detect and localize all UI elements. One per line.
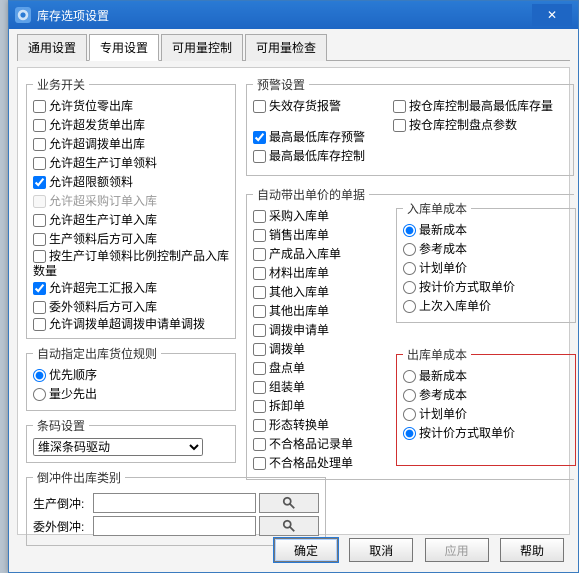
ck-d10[interactable]: 拆卸单	[253, 397, 394, 416]
rb-out-3[interactable]: 按计价方式取单价	[403, 424, 569, 443]
ck-d8[interactable]: 盘点单	[253, 359, 394, 378]
ck-out-pick-before-in[interactable]: 委外领料后方可入库	[33, 298, 229, 317]
rb-priority[interactable]: 优先顺序	[33, 366, 229, 385]
ck-d9[interactable]: 组装单	[253, 378, 394, 397]
legend-alert: 预警设置	[253, 76, 309, 93]
ck-hl-ctrl[interactable]: 最高最低库存控制	[253, 147, 393, 166]
ck-wh-hl[interactable]: 按仓库控制最高最低库存量	[393, 97, 553, 116]
ck-over-transfer-out[interactable]: 允许超调拨单出库	[33, 135, 229, 154]
tab-avail-check[interactable]: 可用量检查	[245, 34, 327, 61]
rb-in-0[interactable]: 最新成本	[403, 221, 569, 240]
legend-offset: 倒冲件出库类别	[33, 469, 125, 486]
rb-in-3[interactable]: 按计价方式取单价	[403, 278, 569, 297]
ck-over-mo-in[interactable]: 允许超生产订单入库	[33, 211, 229, 230]
dialog-window: 库存选项设置 ✕ 通用设置 专用设置 可用量控制 可用量检查 业务开关 允许货位…	[8, 0, 579, 573]
search-icon	[282, 496, 296, 510]
rb-in-2[interactable]: 计划单价	[403, 259, 569, 278]
app-icon	[15, 7, 31, 23]
incost-area: 入库单成本 最新成本 参考成本 计划单价 按计价方式取单价 上次入库单价	[396, 200, 576, 329]
ck-d1[interactable]: 销售出库单	[253, 226, 394, 245]
legend-bills: 自动带出单价的单据	[253, 186, 369, 203]
legend-incost: 入库单成本	[403, 200, 471, 217]
ck-over-limit-pick[interactable]: 允许超限额领料	[33, 173, 229, 192]
window-title: 库存选项设置	[37, 7, 532, 24]
group-barcode: 条码设置 维深条码驱动	[26, 417, 236, 463]
rb-less-first[interactable]: 量少先出	[33, 385, 229, 404]
client-area: 通用设置 专用设置 可用量控制 可用量检查 业务开关 允许货位零出库 允许超发货…	[9, 29, 578, 572]
ck-over-mo-pick[interactable]: 允许超生产订单领料	[33, 154, 229, 173]
ck-ratio-ctrl[interactable]: 按生产订单领料比例控制产品入库数量	[33, 249, 229, 279]
ck-hl-alarm[interactable]: 最高最低库存预警	[253, 128, 393, 147]
rb-in-4[interactable]: 上次入库单价	[403, 297, 569, 316]
group-alert: 预警设置 失效存货报警 最高最低库存预警 最高最低库存控制 按仓库控制最高最低库…	[246, 76, 574, 176]
row-out-offset: 委外倒冲:	[33, 516, 319, 536]
group-biz-switch: 业务开关 允许货位零出库 允许超发货单出库 允许超调拨单出库 允许超生产订单领料…	[26, 76, 236, 339]
bills-area: 自动带出单价的单据 采购入库单 销售出库单 产成品入库单 材料出库单 其他入库单…	[246, 186, 396, 486]
ck-pick-before-in[interactable]: 生产领料后方可入库	[33, 230, 229, 249]
tab-page: 业务开关 允许货位零出库 允许超发货单出库 允许超调拨单出库 允许超生产订单领料…	[17, 67, 570, 535]
rb-out-1[interactable]: 参考成本	[403, 386, 569, 405]
close-button[interactable]: ✕	[532, 4, 572, 26]
ck-d3[interactable]: 材料出库单	[253, 264, 394, 283]
ck-over-ship[interactable]: 允许超发货单出库	[33, 116, 229, 135]
ck-d12[interactable]: 不合格品记录单	[253, 435, 394, 454]
group-outcost: 出库单成本 最新成本 参考成本 计划单价 按计价方式取单价	[396, 346, 576, 466]
row-prod-offset: 生产倒冲:	[33, 493, 319, 513]
ok-button[interactable]: 确定	[274, 538, 338, 562]
help-button[interactable]: 帮助	[500, 538, 564, 562]
lbl-out-offset: 委外倒冲:	[33, 518, 93, 535]
cancel-button[interactable]: 取消	[349, 538, 413, 562]
tab-strip: 通用设置 专用设置 可用量控制 可用量检查	[17, 33, 570, 61]
ck-d7[interactable]: 调拨单	[253, 340, 394, 359]
ck-zero-out[interactable]: 允许货位零出库	[33, 97, 229, 116]
btn-prod-offset-lookup[interactable]	[259, 493, 319, 513]
rb-out-0[interactable]: 最新成本	[403, 367, 569, 386]
legend-barcode: 条码设置	[33, 417, 89, 434]
left-column: 业务开关 允许货位零出库 允许超发货单出库 允许超调拨单出库 允许超生产订单领料…	[26, 76, 236, 552]
titlebar: 库存选项设置 ✕	[9, 1, 578, 29]
alert-area: 预警设置 失效存货报警 最高最低库存预警 最高最低库存控制 按仓库控制最高最低库…	[246, 76, 574, 182]
ck-d4[interactable]: 其他入库单	[253, 283, 394, 302]
inp-prod-offset[interactable]	[93, 493, 256, 513]
search-icon	[282, 519, 296, 533]
btn-out-offset-lookup[interactable]	[259, 516, 319, 536]
legend-outcost: 出库单成本	[403, 346, 471, 363]
ck-d11[interactable]: 形态转换单	[253, 416, 394, 435]
outcost-area: 出库单成本 最新成本 参考成本 计划单价 按计价方式取单价	[396, 346, 576, 472]
tab-general[interactable]: 通用设置	[17, 34, 87, 61]
ck-d2[interactable]: 产成品入库单	[253, 245, 394, 264]
lbl-prod-offset: 生产倒冲:	[33, 495, 93, 512]
ck-d13[interactable]: 不合格品处理单	[253, 454, 394, 473]
dialog-buttons: 确定 取消 应用 帮助	[266, 538, 564, 562]
ck-over-report-in[interactable]: 允许超完工汇报入库	[33, 279, 229, 298]
group-incost: 入库单成本 最新成本 参考成本 计划单价 按计价方式取单价 上次入库单价	[396, 200, 576, 323]
ck-d6[interactable]: 调拨申请单	[253, 321, 394, 340]
group-auto-loc: 自动指定出库货位规则 优先顺序 量少先出	[26, 345, 236, 411]
barcode-select[interactable]: 维深条码驱动	[33, 438, 203, 456]
apply-button[interactable]: 应用	[425, 538, 489, 562]
inp-out-offset[interactable]	[93, 516, 256, 536]
ck-transfer-over-req[interactable]: 允许调拨单超调拨申请单调拨	[33, 317, 229, 332]
ck-expire-alarm[interactable]: 失效存货报警	[253, 97, 393, 116]
rb-out-2[interactable]: 计划单价	[403, 405, 569, 424]
tab-special[interactable]: 专用设置	[89, 34, 159, 61]
ck-over-po-in: 允许超采购订单入库	[33, 192, 229, 211]
legend-biz: 业务开关	[33, 76, 89, 93]
ck-wh-count[interactable]: 按仓库控制盘点参数	[393, 116, 553, 135]
ck-d0[interactable]: 采购入库单	[253, 207, 394, 226]
legend-autoloc: 自动指定出库货位规则	[33, 345, 161, 362]
rb-in-1[interactable]: 参考成本	[403, 240, 569, 259]
ck-d5[interactable]: 其他出库单	[253, 302, 394, 321]
tab-avail-ctrl[interactable]: 可用量控制	[161, 34, 243, 61]
